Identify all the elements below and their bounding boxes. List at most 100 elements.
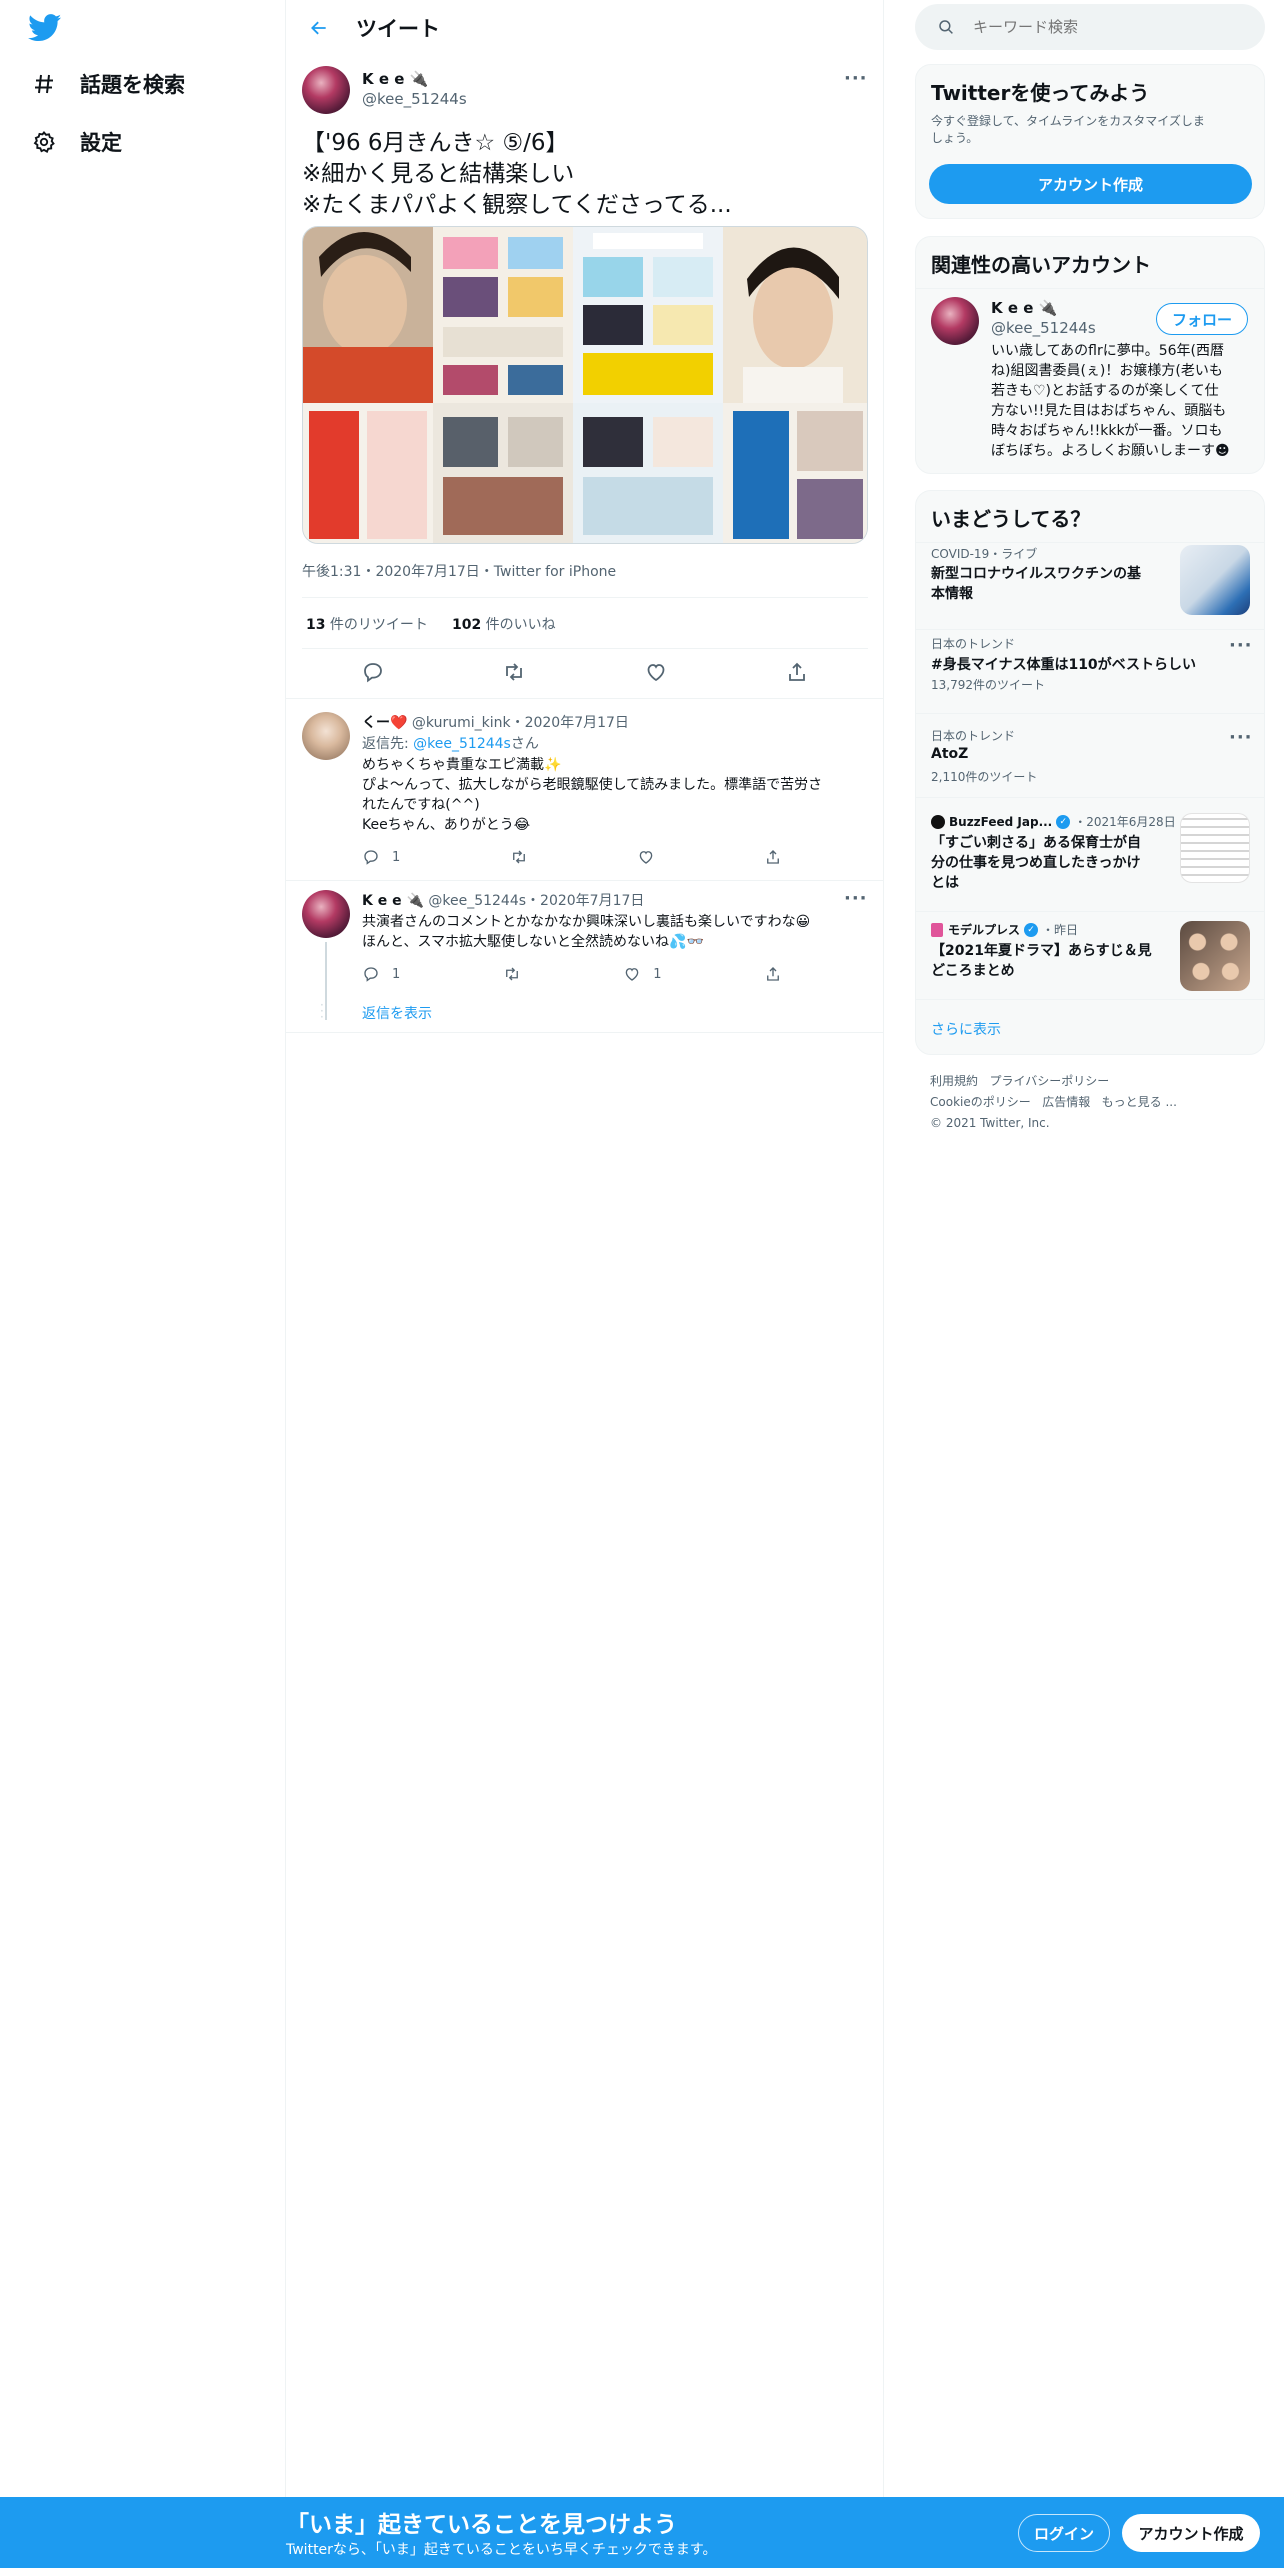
more-icon[interactable]: ···	[1229, 635, 1253, 656]
retweet-count[interactable]: 13 件のリツイート	[306, 614, 428, 634]
signup-title: Twitterを使ってみよう	[931, 81, 1150, 105]
related-accounts-card: 関連性の高いアカウント K e e 🔌 @kee_51244s フォロー いい歳…	[915, 236, 1265, 474]
news-item[interactable]: モデルプレス ✓ ・昨日 【2021年夏ドラマ】あらすじ＆見 どころまとめ	[916, 921, 1266, 991]
reply-header: K e e 🔌 @kee_51244s・2020年7月17日	[362, 890, 644, 910]
show-replies-link[interactable]: 返信を表示	[362, 1003, 432, 1023]
search-bar[interactable]	[915, 4, 1265, 50]
like-heart-icon[interactable]	[644, 660, 668, 688]
reply-text: 共演者さんのコメントとかなかなか興味深いし裏話も楽しいですわな😀 ほんと、スマホ…	[362, 914, 811, 950]
terms-link[interactable]: 利用規約	[930, 1074, 978, 1088]
thread-line	[325, 942, 327, 1020]
sidebar-item-label: 話題を検索	[80, 73, 185, 97]
divider	[916, 797, 1264, 798]
like-button[interactable]: 1	[623, 965, 662, 983]
reply-date[interactable]: ・2020年7月17日	[511, 715, 629, 731]
news-thumbnail	[1180, 813, 1250, 883]
reply-author-name[interactable]: K e e 🔌	[362, 893, 424, 909]
divider	[916, 629, 1264, 630]
sidebar-item-label: 設定	[80, 131, 122, 155]
cookie-link[interactable]: Cookieのポリシー	[930, 1095, 1031, 1109]
login-banner: 「いま」起きていることを見つけよう Twitterなら、「いま」起きていることを…	[0, 2497, 1284, 2568]
avatar[interactable]	[302, 66, 350, 114]
trend-item[interactable]: 日本のトレンド #身長マイナス体重は110がベストらしい 13,792件のツイー…	[916, 635, 1266, 695]
trends-title: いまどうしてる？	[931, 507, 1091, 531]
create-account-button[interactable]: アカウント作成	[929, 164, 1252, 204]
retweet-icon	[505, 967, 518, 981]
divider	[916, 999, 1264, 1000]
signup-button[interactable]: アカウント作成	[1122, 2514, 1260, 2552]
follow-button[interactable]: フォロー	[1156, 303, 1248, 335]
divider	[286, 880, 884, 881]
sidebar-item-explore[interactable]: 話題を検索	[30, 58, 185, 110]
reply-icon	[364, 850, 378, 865]
reply-author-handle[interactable]: @kee_51244s	[428, 893, 526, 909]
divider	[302, 597, 868, 598]
trend-item[interactable]: 日本のトレンド AtoZ 2,110件のツイート ···	[916, 727, 1266, 787]
verified-badge-icon: ✓	[1056, 814, 1071, 829]
like-count[interactable]: 102 件のいいね	[452, 614, 556, 634]
share-button[interactable]	[764, 848, 782, 866]
privacy-link[interactable]: プライバシーポリシー	[989, 1074, 1109, 1088]
gear-icon	[30, 128, 58, 156]
retweet-icon[interactable]	[502, 660, 526, 688]
more-icon[interactable]: ···	[844, 888, 868, 909]
page-header: ツイート	[286, 0, 883, 56]
show-more-link[interactable]: さらに表示	[931, 1019, 1001, 1039]
twitter-logo-icon[interactable]	[28, 14, 62, 42]
trend-item[interactable]: COVID-19・ライブ 新型コロナウイルスワクチンの基 本情報	[916, 545, 1266, 625]
signup-card: Twitterを使ってみよう 今すぐ登録して、タイムラインをカスタマイズしま し…	[915, 64, 1265, 219]
divider	[286, 698, 884, 699]
tweet-photo[interactable]	[302, 226, 868, 544]
reply-text: めちゃくちゃ貴重なエピ満載✨ ぴよ〜んって、拡大しながら老眼鏡駆使して読みました…	[362, 757, 823, 833]
like-button[interactable]	[637, 848, 655, 866]
divider	[916, 542, 1264, 543]
share-button[interactable]	[764, 965, 782, 983]
login-button[interactable]: ログイン	[1018, 2514, 1110, 2552]
avatar[interactable]	[302, 890, 350, 938]
footer: 利用規約 プライバシーポリシー Cookieのポリシー 広告情報 もっと見る .…	[930, 1071, 1177, 1134]
main-column: ツイート K e e 🔌 @kee_51244s ··· 【'96 6月きんき☆…	[286, 0, 884, 2500]
tweet-timestamp[interactable]: 午後1:31・2020年7月17日・Twitter for iPhone	[302, 561, 616, 581]
divider	[916, 288, 1264, 289]
reply-icon	[364, 967, 378, 982]
sidebar-item-settings[interactable]: 設定	[30, 116, 122, 168]
author-handle[interactable]: @kee_51244s	[362, 90, 467, 108]
news-item[interactable]: BuzzFeed Jap... ✓ ・2021年6月28日 「すごい刺さる」ある…	[916, 813, 1266, 903]
divider	[286, 1032, 884, 1033]
share-icon[interactable]	[785, 660, 809, 688]
divider	[302, 648, 868, 649]
buzzfeed-logo-icon	[931, 814, 945, 829]
signup-description: 今すぐ登録して、タイムラインをカスタマイズしま しょう。	[931, 114, 1205, 145]
back-arrow-icon[interactable]	[302, 11, 336, 45]
account-name[interactable]: K e e 🔌	[991, 299, 1057, 317]
search-icon	[937, 18, 955, 36]
reply-to-link[interactable]: @kee_51244s	[413, 736, 511, 752]
more-icon[interactable]: ···	[844, 68, 868, 89]
banner-title: 「いま」起きていることを見つけよう	[286, 2512, 677, 2538]
reply-header: くー❤️ @kurumi_kink・2020年7月17日	[362, 712, 629, 732]
hashtag-icon	[30, 70, 58, 98]
reply-action-bar: 1 1	[362, 965, 782, 983]
reply-date[interactable]: ・2020年7月17日	[526, 893, 644, 909]
author-name[interactable]: K e e 🔌	[362, 70, 428, 88]
retweet-button[interactable]	[503, 965, 521, 983]
more-icon[interactable]: ···	[1229, 727, 1253, 748]
trends-card: いまどうしてる？ COVID-19・ライブ 新型コロナウイルスワクチンの基 本情…	[915, 490, 1265, 1055]
search-input[interactable]	[973, 18, 1233, 36]
retweet-button[interactable]	[510, 848, 528, 866]
share-icon	[767, 850, 779, 864]
ads-info-link[interactable]: 広告情報	[1042, 1095, 1090, 1109]
page-title: ツイート	[356, 17, 440, 41]
more-link[interactable]: もっと見る ...	[1102, 1095, 1177, 1109]
reply-author-name[interactable]: くー❤️	[362, 715, 407, 731]
avatar[interactable]	[931, 297, 979, 345]
avatar[interactable]	[302, 712, 350, 760]
copyright: © 2021 Twitter, Inc.	[930, 1116, 1050, 1130]
divider	[916, 911, 1264, 912]
like-heart-icon	[625, 968, 639, 981]
reply-button[interactable]: 1	[362, 965, 400, 983]
reply-author-handle[interactable]: @kurumi_kink	[412, 715, 511, 731]
account-handle[interactable]: @kee_51244s	[991, 319, 1096, 337]
reply-icon[interactable]	[361, 660, 385, 688]
reply-button[interactable]: 1	[362, 848, 400, 866]
